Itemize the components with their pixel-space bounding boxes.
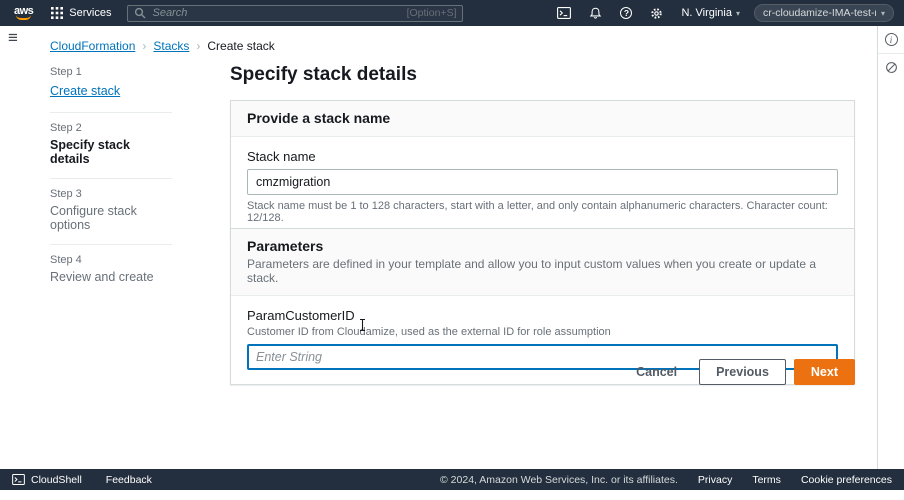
stack-name-label: Stack name [247, 149, 838, 164]
chevron-separator-icon: › [196, 39, 200, 53]
wizard-actions: Cancel Previous Next [230, 359, 855, 385]
step-1-link[interactable]: Create stack [50, 84, 120, 98]
services-menu[interactable]: Services [51, 7, 111, 19]
step-3-number: Step 3 [50, 188, 172, 200]
search-input[interactable]: Search [Option+S] [127, 5, 463, 22]
services-grid-icon [51, 7, 63, 19]
step-2: Step 2 Specify stack details [50, 113, 172, 179]
footer-left: CloudShell Feedback [12, 474, 152, 486]
parameters-card-description: Parameters are defined in your template … [247, 257, 838, 285]
feedback-button[interactable]: Feedback [106, 474, 152, 486]
copyright-text: © 2024, Amazon Web Services, Inc. or its… [440, 474, 678, 486]
param-customer-id-label: ParamCustomerID [247, 308, 838, 323]
chevron-separator-icon: › [142, 39, 146, 53]
search-icon [134, 7, 146, 19]
stack-name-helper-text: Stack name must be 1 to 128 characters, … [247, 200, 838, 224]
slashed-circle-icon [885, 61, 898, 74]
aws-logo[interactable]: aws [14, 6, 33, 20]
search-placeholder: Search [152, 7, 187, 19]
cloudshell-terminal-icon [12, 474, 25, 485]
footer-right: © 2024, Amazon Web Services, Inc. or its… [440, 474, 892, 486]
step-4-number: Step 4 [50, 254, 172, 266]
step-3: Step 3 Configure stack options [50, 179, 172, 245]
gear-icon [650, 7, 663, 20]
stack-name-card-title: Provide a stack name [247, 110, 838, 126]
wizard-steps: Step 1 Create stack Step 2 Specify stack… [50, 57, 172, 296]
help-button[interactable]: ? [620, 7, 632, 19]
breadcrumb-current: Create stack [207, 39, 274, 53]
notifications-button[interactable] [589, 7, 602, 20]
param-customer-id-description: Customer ID from Cloudamize, used as the… [247, 326, 838, 338]
cookie-preferences-link[interactable]: Cookie preferences [801, 474, 892, 486]
info-icon: i [885, 33, 898, 46]
services-label: Services [69, 7, 111, 19]
region-label: N. Virginia [681, 7, 732, 19]
next-button[interactable]: Next [794, 359, 855, 385]
privacy-link[interactable]: Privacy [698, 474, 732, 486]
breadcrumb-link-cloudformation[interactable]: CloudFormation [50, 39, 135, 53]
region-selector[interactable]: N. Virginia ▾ [681, 7, 740, 19]
top-navigation-bar: aws Services Search [Option+S] [0, 0, 904, 26]
stack-name-input[interactable] [247, 169, 838, 195]
stack-name-card: Provide a stack name Stack name Stack na… [230, 100, 855, 239]
settings-button[interactable] [650, 7, 663, 20]
step-2-label: Specify stack details [50, 138, 172, 166]
step-2-number: Step 2 [50, 122, 172, 134]
cloudshell-terminal-icon [557, 7, 571, 19]
step-4-label: Review and create [50, 270, 172, 284]
menu-icon[interactable]: ≡ [8, 29, 18, 46]
page-title: Specify stack details [230, 64, 417, 86]
cloudshell-footer-button[interactable]: CloudShell [12, 474, 82, 486]
question-mark-icon: ? [620, 7, 632, 19]
bell-icon [589, 7, 602, 20]
parameters-card-title: Parameters [247, 238, 838, 254]
info-panel-button[interactable]: i [878, 26, 904, 54]
breadcrumb: CloudFormation › Stacks › Create stack [50, 39, 275, 53]
account-label: cr-cloudamize-IMA-test-migrat... [763, 7, 876, 19]
aws-console-window: aws Services Search [Option+S] [0, 0, 904, 500]
step-4: Step 4 Review and create [50, 245, 172, 296]
step-3-label: Configure stack options [50, 204, 172, 232]
panel-toggle-button[interactable] [878, 54, 904, 81]
stack-name-card-body: Stack name Stack name must be 1 to 128 c… [231, 137, 854, 238]
cloudshell-button[interactable] [557, 7, 571, 19]
console-footer: CloudShell Feedback © 2024, Amazon Web S… [0, 469, 904, 490]
chevron-down-icon: ▾ [736, 9, 740, 18]
account-menu[interactable]: cr-cloudamize-IMA-test-migrat... ▾ [754, 4, 894, 22]
cancel-button[interactable]: Cancel [622, 359, 691, 385]
help-panel-rail: i [877, 26, 904, 469]
previous-button[interactable]: Previous [699, 359, 786, 385]
step-1-number: Step 1 [50, 66, 172, 78]
breadcrumb-link-stacks[interactable]: Stacks [153, 39, 189, 53]
stack-name-card-header: Provide a stack name [231, 101, 854, 137]
parameters-card-header: Parameters Parameters are defined in you… [231, 229, 854, 296]
chevron-down-icon: ▾ [881, 9, 885, 18]
step-1: Step 1 Create stack [50, 57, 172, 113]
aws-logo-smile [16, 15, 31, 20]
terms-link[interactable]: Terms [752, 474, 781, 486]
search-shortcut-hint: [Option+S] [407, 7, 457, 19]
cloudshell-footer-label: CloudShell [31, 474, 82, 486]
